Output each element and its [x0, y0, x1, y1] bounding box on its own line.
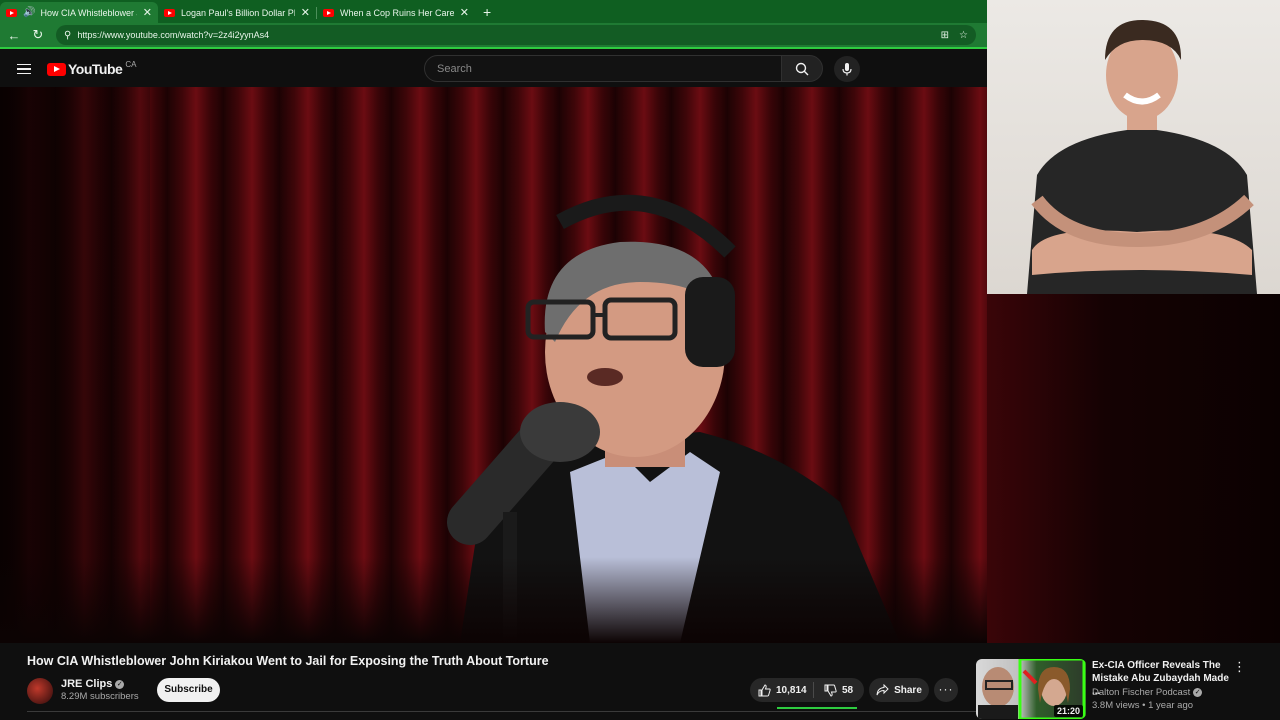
youtube-logo[interactable]: YouTube CA: [47, 59, 137, 77]
recommended-channel-text: Dalton Fischer Podcast: [1092, 687, 1191, 698]
country-code: CA: [125, 59, 137, 69]
new-tab-icon[interactable]: +: [475, 2, 499, 23]
recommended-video-thumbnail[interactable]: 21:20: [976, 659, 1086, 719]
tab-title: How CIA Whistleblower John: [40, 7, 136, 18]
extension-icon[interactable]: ⊞: [941, 30, 949, 41]
recommended-video-channel[interactable]: Dalton Fischer Podcast ✓: [1092, 687, 1203, 698]
youtube-play-logo-icon: [47, 62, 66, 76]
close-tab-icon[interactable]: ✕: [301, 6, 310, 19]
menu-icon[interactable]: [17, 61, 31, 78]
share-button[interactable]: Share: [869, 678, 929, 702]
divider: [27, 711, 987, 712]
verified-badge-icon: ✓: [115, 679, 125, 689]
microphone-icon: [842, 63, 852, 76]
search-button[interactable]: [781, 55, 823, 82]
share-label: Share: [894, 684, 922, 696]
back-arrow-icon[interactable]: ←: [2, 28, 26, 43]
streamer-webcam-image: [1027, 20, 1257, 294]
subscriber-count: 8.29M subscribers: [61, 691, 139, 702]
channel-name-text: JRE Clips: [61, 678, 113, 690]
thumbs-up-icon: [758, 683, 771, 696]
more-actions-icon[interactable]: ···: [934, 678, 958, 702]
browser-tab-1[interactable]: 🔊 How CIA Whistleblower John ✕: [0, 2, 158, 23]
browser-tab-bar: 🔊 How CIA Whistleblower John ✕ Logan Pau…: [0, 0, 987, 23]
dislike-count: 58: [842, 684, 854, 696]
search-input[interactable]: Search: [424, 55, 782, 82]
browser-tab-3[interactable]: When a Cop Ruins Her Career In ✕: [317, 2, 475, 23]
reload-icon[interactable]: ↻: [26, 27, 50, 43]
screen: 🔊 How CIA Whistleblower John ✕ Logan Pau…: [0, 0, 1280, 720]
video-floor-shadow: [0, 557, 987, 643]
vertical-more-icon[interactable]: ⋮: [1233, 659, 1246, 675]
youtube-favicon-icon: [164, 8, 175, 17]
tab-title: When a Cop Ruins Her Career In: [340, 7, 454, 18]
subscribe-button[interactable]: Subscribe: [157, 678, 220, 702]
search-icon: [795, 62, 809, 75]
thumbs-down-icon: [824, 684, 837, 697]
video-right-edge: [987, 294, 1280, 643]
video-duration: 21:20: [1053, 705, 1083, 717]
recommended-video-meta: 3.8M views • 1 year ago: [1092, 700, 1194, 711]
youtube-masthead: YouTube CA Search: [0, 51, 987, 87]
close-tab-icon[interactable]: ✕: [460, 6, 469, 19]
like-button[interactable]: 10,814: [750, 682, 814, 698]
video-details: How CIA Whistleblower John Kiriakou Went…: [0, 643, 1280, 720]
speaker-icon[interactable]: 🔊: [23, 7, 35, 18]
youtube-favicon-icon: [323, 8, 334, 17]
address-bar[interactable]: ⚲ https://www.youtube.com/watch?v=2z4i2y…: [56, 25, 976, 45]
video-player[interactable]: [0, 87, 987, 643]
voice-search-button[interactable]: [834, 56, 860, 82]
like-count: 10,814: [776, 684, 807, 696]
tab-title: Logan Paul's Billion Dollar PRIME: [181, 7, 295, 18]
channel-avatar[interactable]: [27, 678, 53, 704]
site-info-icon[interactable]: ⚲: [64, 30, 71, 41]
verified-badge-icon: ✓: [1193, 687, 1203, 697]
browser-tab-2[interactable]: Logan Paul's Billion Dollar PRIME ✕: [158, 2, 316, 23]
url-text: https://www.youtube.com/watch?v=2z4i2yyn…: [77, 30, 270, 40]
bookmark-star-icon[interactable]: ☆: [959, 30, 968, 41]
webcam-overlay: [987, 0, 1280, 294]
close-tab-icon[interactable]: ✕: [143, 6, 152, 19]
share-arrow-icon: [876, 684, 889, 696]
like-ratio-bar: [777, 707, 857, 709]
browser-toolbar: ← ↻ ⚲ https://www.youtube.com/watch?v=2z…: [0, 23, 987, 49]
channel-name[interactable]: JRE Clips ✓: [61, 678, 125, 690]
logo-wordmark: YouTube: [68, 61, 123, 77]
video-title: How CIA Whistleblower John Kiriakou Went…: [27, 654, 549, 668]
youtube-favicon-icon: [6, 8, 17, 17]
like-dislike-group: 10,814 58: [750, 678, 864, 702]
dislike-button[interactable]: 58: [814, 684, 853, 697]
